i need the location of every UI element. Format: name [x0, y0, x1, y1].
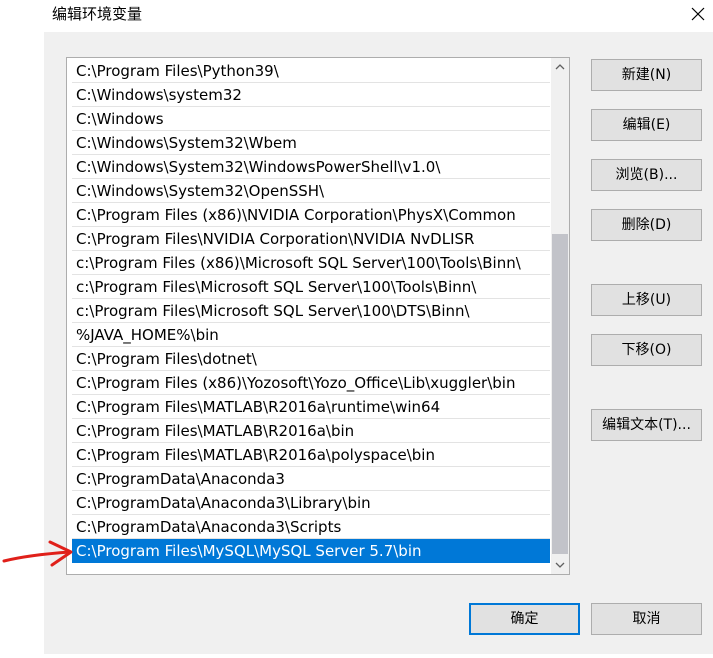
list-item[interactable]: c:\Program Files\Microsoft SQL Server\10…: [72, 275, 550, 299]
list-item[interactable]: C:\Program Files\Python39\: [72, 59, 550, 83]
chevron-down-icon: [555, 562, 565, 568]
list-item-text: C:\ProgramData\Anaconda3: [76, 470, 285, 488]
scroll-down-button[interactable]: [551, 556, 569, 574]
list-item-text: C:\ProgramData\Anaconda3\Scripts: [76, 518, 342, 536]
list-item[interactable]: C:\Program Files\MATLAB\R2016a\polyspace…: [72, 443, 550, 467]
list-item-text: C:\Windows: [76, 110, 164, 128]
list-item[interactable]: c:\Program Files (x86)\Microsoft SQL Ser…: [72, 251, 550, 275]
list-item-text: c:\Program Files\Microsoft SQL Server\10…: [76, 302, 470, 320]
list-item-text: C:\Program Files\MySQL\MySQL Server 5.7\…: [76, 542, 422, 560]
list-item[interactable]: C:\Windows: [72, 107, 550, 131]
chevron-up-icon: [555, 64, 565, 70]
list-item-text: C:\Program Files\NVIDIA Corporation\NVID…: [76, 230, 475, 248]
list-item[interactable]: C:\Program Files\MATLAB\R2016a\bin: [72, 419, 550, 443]
move-up-button[interactable]: 上移(U): [591, 284, 702, 316]
list-item[interactable]: C:\Windows\system32: [72, 83, 550, 107]
red-arrow-annotation: [2, 540, 73, 567]
list-item-text: C:\Program Files\Python39\: [76, 62, 279, 80]
scroll-thumb[interactable]: [552, 234, 568, 554]
list-item-text: c:\Program Files\Microsoft SQL Server\10…: [76, 278, 477, 296]
list-item-text: C:\Program Files (x86)\Yozosoft\Yozo_Off…: [76, 374, 516, 392]
path-list[interactable]: C:\Program Files\Python39\ C:\Windows\sy…: [66, 57, 570, 575]
edit-button[interactable]: 编辑(E): [591, 109, 702, 141]
move-down-button[interactable]: 下移(O): [591, 334, 702, 366]
list-item-text: %JAVA_HOME%\bin: [76, 326, 219, 344]
edit-text-button[interactable]: 编辑文本(T)...: [591, 409, 702, 441]
list-item[interactable]: C:\Program Files (x86)\NVIDIA Corporatio…: [72, 203, 550, 227]
list-item-text: C:\Windows\system32: [76, 86, 242, 104]
list-item[interactable]: C:\Windows\System32\OpenSSH\: [72, 179, 550, 203]
title-bar: 编辑环境变量: [0, 0, 713, 32]
list-item[interactable]: %JAVA_HOME%\bin: [72, 323, 550, 347]
list-item[interactable]: C:\Program Files\dotnet\: [72, 347, 550, 371]
list-item[interactable]: C:\ProgramData\Anaconda3\Library\bin: [72, 491, 550, 515]
list-item[interactable]: C:\ProgramData\Anaconda3\Scripts: [72, 515, 550, 539]
close-icon: [691, 7, 705, 21]
list-item-text: C:\Windows\System32\WindowsPowerShell\v1…: [76, 158, 441, 176]
window-title: 编辑环境变量: [52, 5, 143, 23]
list-item[interactable]: C:\Program Files (x86)\Yozosoft\Yozo_Off…: [72, 371, 550, 395]
browse-button[interactable]: 浏览(B)...: [591, 159, 702, 191]
list-item-text: C:\ProgramData\Anaconda3\Library\bin: [76, 494, 371, 512]
list-item-text: C:\Windows\System32\Wbem: [76, 134, 297, 152]
list-item-selected[interactable]: C:\Program Files\MySQL\MySQL Server 5.7\…: [72, 539, 550, 563]
list-item-text: C:\Windows\System32\OpenSSH\: [76, 182, 325, 200]
vertical-scrollbar[interactable]: [551, 58, 569, 574]
list-item-text: C:\Program Files\dotnet\: [76, 350, 257, 368]
dialog-bottom-edge: [44, 654, 713, 658]
list-item-text: C:\Program Files\MATLAB\R2016a\runtime\w…: [76, 398, 441, 416]
scroll-up-button[interactable]: [551, 58, 569, 76]
list-item-text: c:\Program Files (x86)\Microsoft SQL Ser…: [76, 254, 521, 272]
list-item[interactable]: C:\Program Files\MATLAB\R2016a\runtime\w…: [72, 395, 550, 419]
list-item[interactable]: C:\ProgramData\Anaconda3: [72, 467, 550, 491]
list-item-text: C:\Program Files\MATLAB\R2016a\bin: [76, 422, 355, 440]
list-item[interactable]: C:\Windows\System32\Wbem: [72, 131, 550, 155]
list-item[interactable]: c:\Program Files\Microsoft SQL Server\10…: [72, 299, 550, 323]
delete-button[interactable]: 删除(D): [591, 209, 702, 241]
ok-button[interactable]: 确定: [469, 603, 580, 635]
new-button[interactable]: 新建(N): [591, 59, 702, 91]
list-item-text: C:\Program Files (x86)\NVIDIA Corporatio…: [76, 206, 516, 224]
list-item[interactable]: C:\Windows\System32\WindowsPowerShell\v1…: [72, 155, 550, 179]
list-item-text: C:\Program Files\MATLAB\R2016a\polyspace…: [76, 446, 435, 464]
cancel-button[interactable]: 取消: [591, 603, 702, 635]
close-button[interactable]: [682, 0, 713, 30]
list-item[interactable]: C:\Program Files\NVIDIA Corporation\NVID…: [72, 227, 550, 251]
